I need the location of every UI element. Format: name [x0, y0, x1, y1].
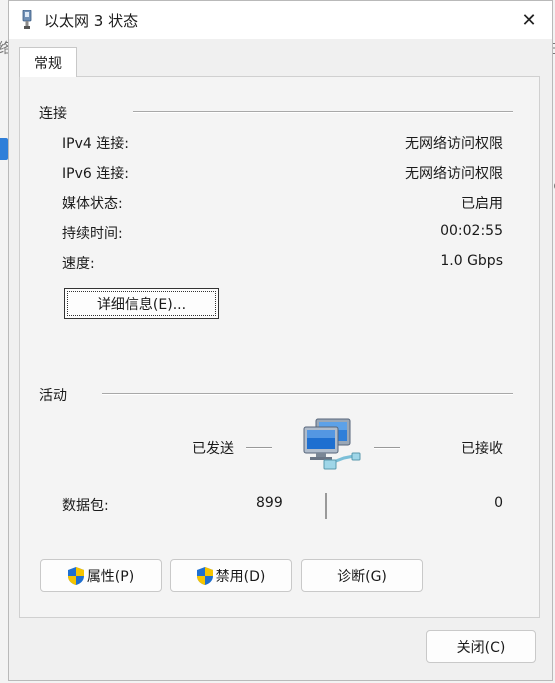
media-state-label: 媒体状态: [62, 196, 123, 212]
ipv6-label: IPv6 连接: [62, 166, 129, 182]
ipv4-label: IPv4 连接: [62, 136, 129, 152]
background-network-icon [0, 138, 8, 160]
sent-connector [246, 447, 272, 449]
close-window-button[interactable]: ✕ [506, 1, 552, 39]
properties-button-label: 属性(P) [86, 568, 135, 585]
packets-label: 数据包: [62, 498, 109, 514]
activity-heading: 活动 [39, 388, 67, 404]
disable-button-label: 禁用(D) [215, 568, 266, 585]
section-divider [133, 111, 513, 113]
received-label: 已接收 [461, 441, 503, 457]
ipv4-value: 无网络访问权限 [405, 136, 503, 152]
diagnose-button[interactable]: 诊断(G) [301, 559, 423, 592]
window-title: 以太网 3 状态 [44, 12, 139, 30]
tab-general[interactable]: 常规 [19, 47, 77, 77]
packets-sent-value: 899 [256, 495, 283, 511]
properties-button[interactable]: 属性(P) [40, 559, 162, 592]
diagnose-button-label: 诊断(G) [337, 568, 387, 585]
speed-label: 速度: [62, 256, 95, 272]
close-button[interactable]: 关闭(C) [426, 630, 536, 663]
ipv6-value: 无网络访问权限 [405, 166, 503, 182]
network-computers-icon [303, 418, 361, 470]
received-connector [374, 447, 400, 449]
disable-button[interactable]: 禁用(D) [170, 559, 292, 592]
sent-label: 已发送 [192, 441, 234, 457]
uac-shield-icon [67, 566, 84, 585]
close-button-label: 关闭(C) [456, 639, 506, 656]
duration-value: 00:02:55 [440, 223, 503, 239]
network-adapter-icon [22, 10, 32, 29]
speed-value: 1.0 Gbps [440, 253, 503, 269]
uac-shield-icon [196, 566, 213, 585]
connection-heading: 连接 [39, 106, 67, 122]
close-icon: ✕ [521, 9, 537, 31]
ethernet-status-dialog: 以太网 3 状态 ✕ 常规 连接 IPv4 连接: 无网络访问权限 IPv6 连… [8, 0, 553, 681]
details-button[interactable]: 详细信息(E)... [64, 288, 219, 319]
duration-label: 持续时间: [62, 226, 123, 242]
media-state-value: 已启用 [461, 196, 503, 212]
title-bar: 以太网 3 状态 ✕ [9, 1, 552, 39]
section-divider [102, 393, 513, 395]
packets-received-value: 0 [494, 495, 503, 511]
details-button-label: 详细信息(E)... [96, 296, 187, 313]
general-panel: 连接 IPv4 连接: 无网络访问权限 IPv6 连接: 无网络访问权限 媒体状… [19, 76, 540, 618]
tab-label: 常规 [34, 55, 62, 72]
packets-divider [325, 493, 327, 519]
